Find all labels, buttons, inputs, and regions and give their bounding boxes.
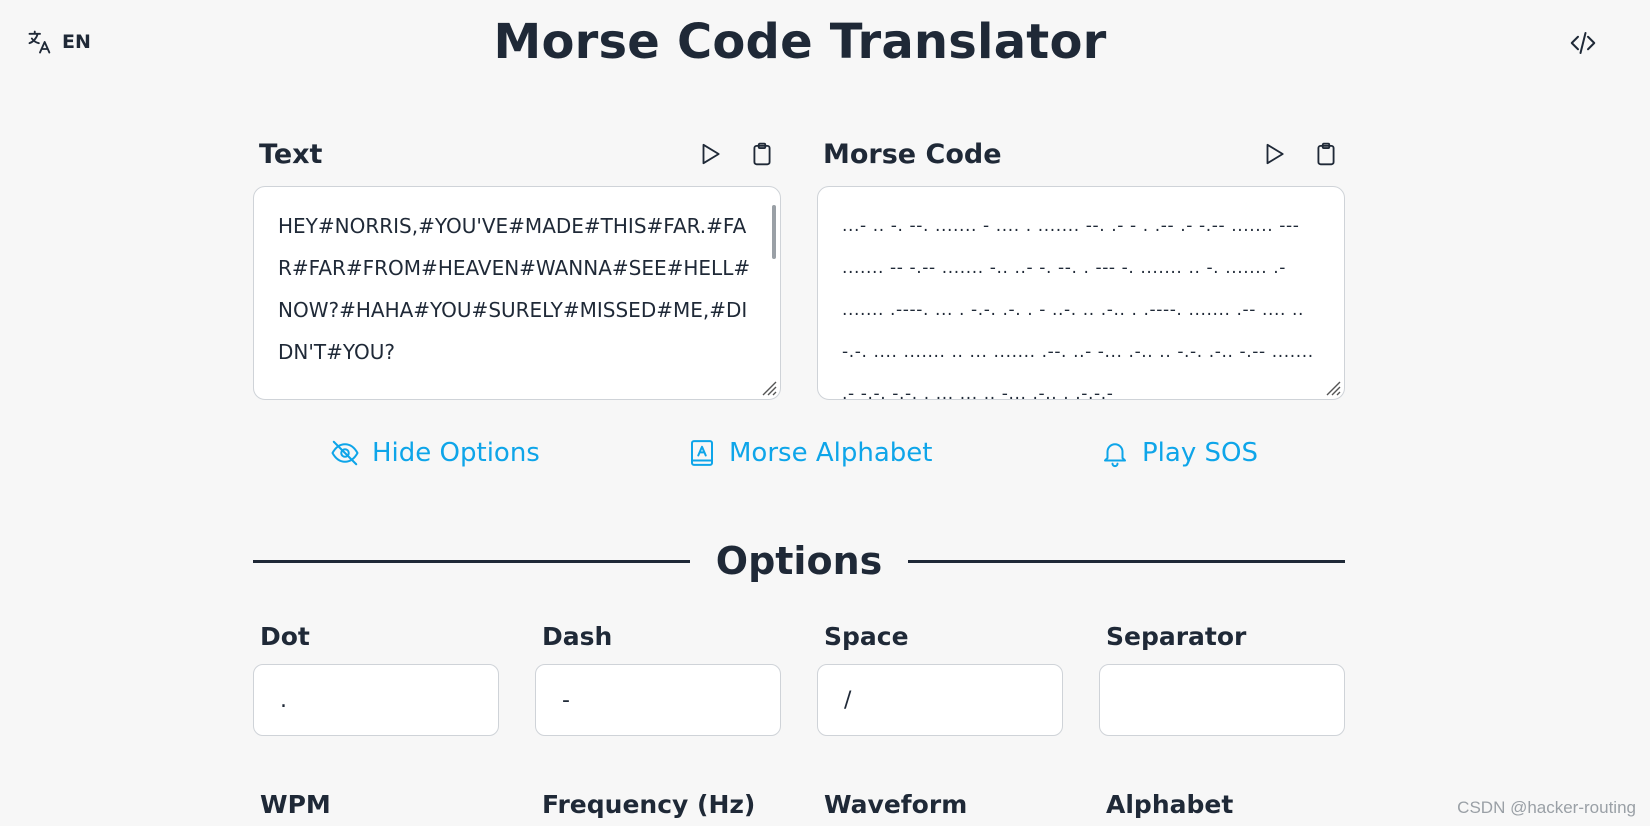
dot-option: Dot	[253, 620, 499, 736]
play-icon[interactable]	[697, 141, 723, 167]
clipboard-icon[interactable]	[1313, 141, 1339, 167]
book-icon	[691, 440, 713, 466]
alphabet-option: Alphabet	[1099, 788, 1345, 822]
wpm-option: WPM	[253, 788, 499, 822]
play-sos-button[interactable]: Play SOS	[1100, 438, 1258, 468]
bell-icon	[1104, 443, 1126, 468]
resize-handle-icon[interactable]	[757, 376, 777, 396]
frequency-label: Frequency (Hz)	[542, 790, 756, 819]
play-icon[interactable]	[1261, 141, 1287, 167]
wpm-label: WPM	[260, 790, 331, 819]
dot-input[interactable]	[253, 664, 499, 736]
morse-output[interactable]: ...- .. -. --. ....... - .... . ....... …	[817, 186, 1345, 400]
resize-handle-icon[interactable]	[1321, 376, 1341, 396]
action-bar: Hide Options Morse Alphabet Play SOS	[0, 438, 1650, 478]
separator-input[interactable]	[1099, 664, 1345, 736]
play-sos-label: Play SOS	[1142, 438, 1258, 468]
morse-alphabet-label: Morse Alphabet	[729, 438, 933, 468]
separator-label: Separator	[1106, 622, 1247, 651]
frequency-option: Frequency (Hz)	[535, 788, 781, 822]
separator-option: Separator	[1099, 620, 1345, 736]
text-input-content: HEY#NORRIS,#YOU'VE#MADE#THIS#FAR.#FAR#FA…	[278, 214, 751, 364]
alphabet-label: Alphabet	[1106, 790, 1234, 819]
dash-option: Dash	[535, 620, 781, 736]
hide-options-button[interactable]: Hide Options	[330, 438, 540, 468]
morse-panel: Morse Code ...- .. -. --. ....... - ....…	[817, 136, 1345, 400]
options-section-heading: Options	[253, 538, 1346, 584]
space-input[interactable]	[817, 664, 1063, 736]
text-panel: Text HEY#NORRIS,#YOU'VE#MADE#THIS#FAR.#F…	[253, 136, 781, 400]
waveform-option: Waveform	[817, 788, 1063, 822]
text-input[interactable]: HEY#NORRIS,#YOU'VE#MADE#THIS#FAR.#FAR#FA…	[253, 186, 781, 400]
hide-options-label: Hide Options	[372, 438, 540, 468]
options-heading: Options	[715, 539, 883, 583]
eye-off-icon	[331, 440, 359, 466]
watermark: CSDN @hacker-routing	[1457, 798, 1636, 817]
dash-input[interactable]	[535, 664, 781, 736]
waveform-label: Waveform	[824, 790, 968, 819]
morse-alphabet-button[interactable]: Morse Alphabet	[687, 438, 932, 468]
dash-label: Dash	[542, 622, 613, 651]
clipboard-icon[interactable]	[749, 141, 775, 167]
text-panel-label: Text	[259, 138, 323, 170]
source-code-icon[interactable]	[1568, 28, 1598, 58]
divider-line	[253, 559, 690, 563]
divider-line	[908, 559, 1346, 563]
space-option: Space	[817, 620, 1063, 736]
text-scrollbar[interactable]	[772, 205, 776, 259]
dot-label: Dot	[260, 622, 310, 651]
page-title: Morse Code Translator	[493, 14, 1107, 70]
space-label: Space	[824, 622, 909, 651]
morse-panel-label: Morse Code	[823, 138, 1002, 170]
morse-output-content: ...- .. -. --. ....... - .... . ....... …	[842, 216, 1320, 400]
